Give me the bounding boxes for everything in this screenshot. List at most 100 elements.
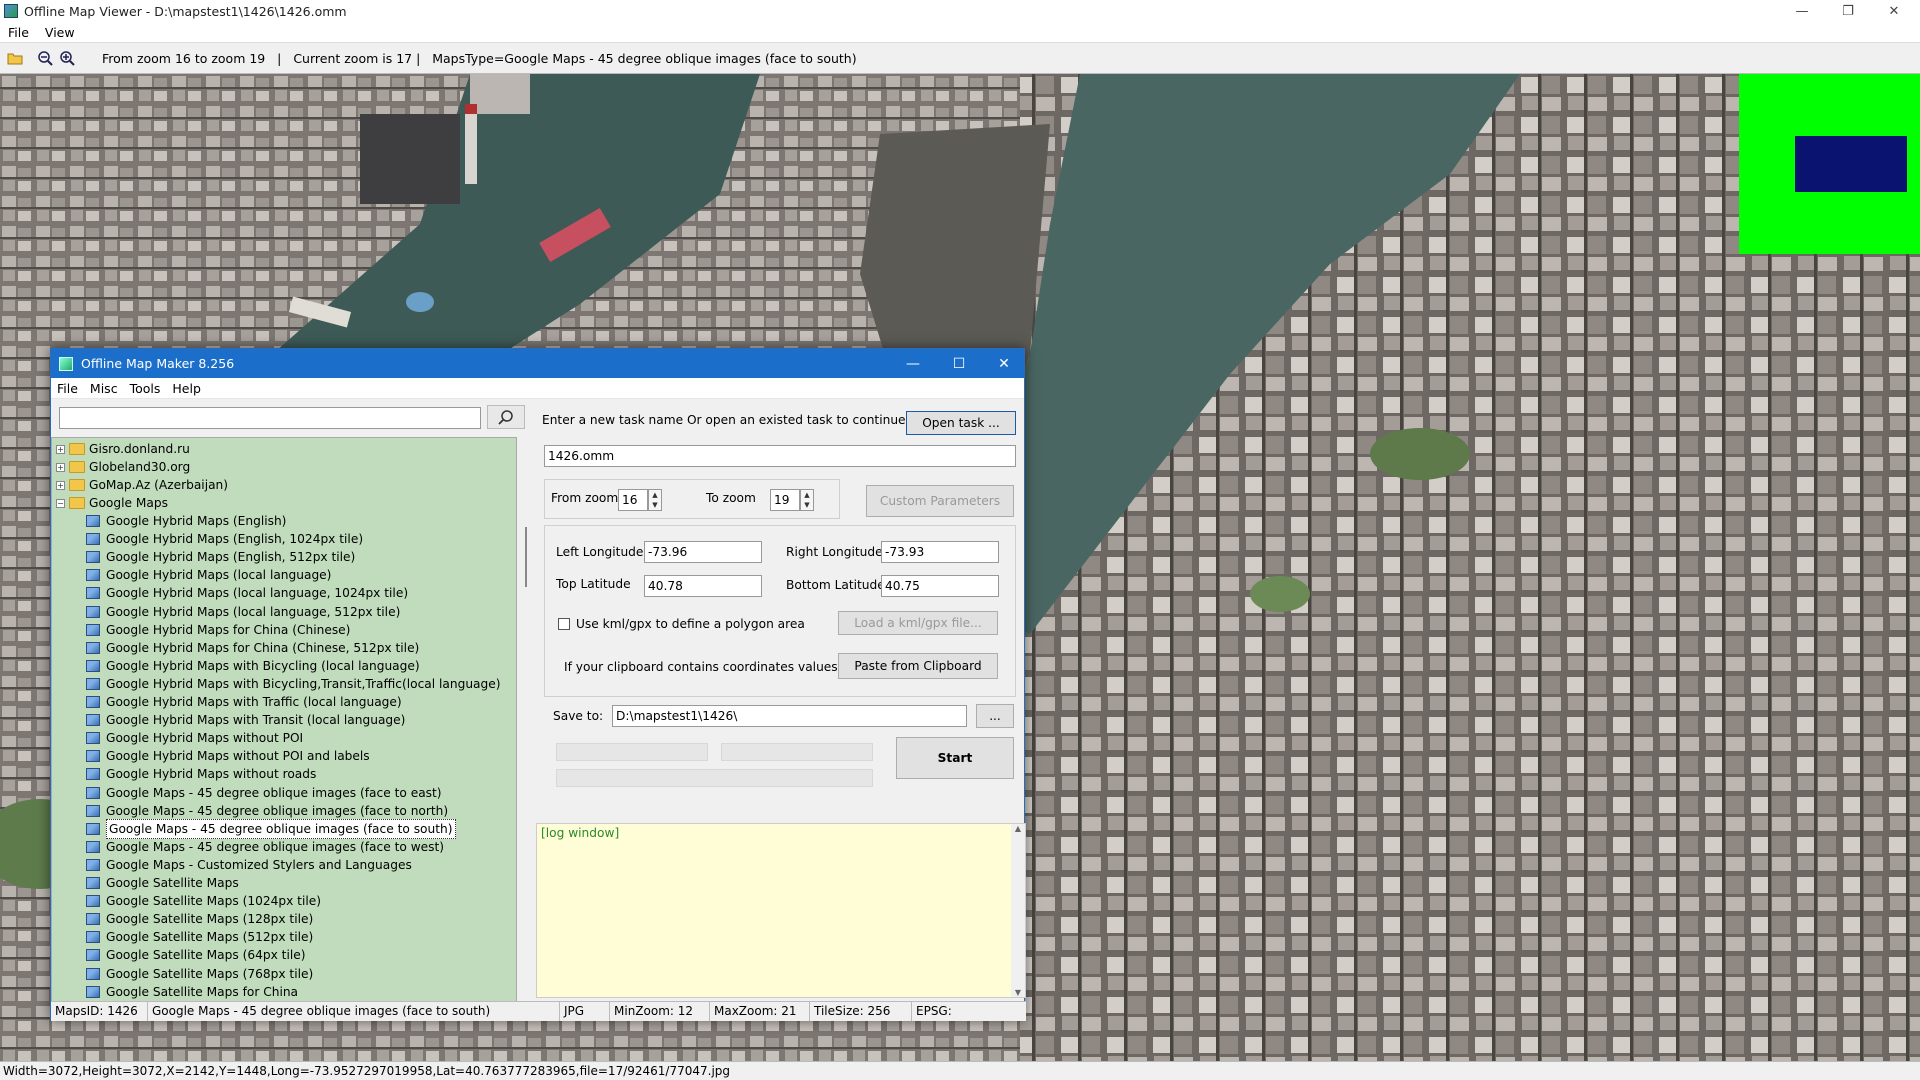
window-title: Offline Map Viewer - D:\mapstest1\1426\1… [24,3,347,19]
tree-map-item[interactable]: Google Hybrid Maps for China (Chinese) [86,621,350,639]
start-button[interactable]: Start [896,737,1014,779]
tree-item-label: Google Hybrid Maps (English, 1024px tile… [106,532,364,547]
tree-item-label: Google Satellite Maps for China [106,984,299,999]
tree-map-item[interactable]: Google Hybrid Maps without roads [86,765,316,783]
tree-map-item[interactable]: Google Hybrid Maps with Traffic (local l… [86,693,402,711]
from-zoom-spinner[interactable]: ▲ ▼ [648,489,662,511]
tree-map-item[interactable]: Google Hybrid Maps for China (Chinese, 5… [86,639,419,657]
save-to-label: Save to: [553,709,604,723]
status-maps-id: MapsID: 1426 [51,1002,148,1021]
custom-parameters-button[interactable]: Custom Parameters [866,485,1014,517]
tree-map-item[interactable]: Google Hybrid Maps (local language) [86,566,331,584]
maps-search-input[interactable] [59,407,481,429]
save-to-field[interactable]: D:\mapstest1\1426\ [612,705,967,727]
tree-item-label: Google Hybrid Maps without roads [106,767,317,782]
tree-map-item[interactable]: Google Hybrid Maps without POI and label… [86,747,370,765]
tree-map-item[interactable]: Google Hybrid Maps with Transit (local l… [86,711,405,729]
tree-map-item[interactable]: Google Maps - Customized Stylers and Lan… [86,856,412,874]
tree-map-item[interactable]: Google Satellite Maps (1024px tile) [86,892,321,910]
maps-panel: + Gisro.donland.ru + Globeland30.org + GoMap.… [51,399,531,1007]
right-longitude-field[interactable]: -73.93 [881,541,999,563]
search-button[interactable] [487,405,525,429]
open-folder-icon[interactable] [4,47,26,69]
tree-item-label: Google Hybrid Maps (local language) [106,568,332,583]
menu-view[interactable]: View [37,25,83,40]
status-min-zoom: MinZoom: 12 [610,1002,710,1021]
maps-tree[interactable]: + Gisro.donland.ru + Globeland30.org + GoMap.… [51,437,517,1007]
map-type-icon [86,605,100,618]
browse-button[interactable]: ... [976,704,1014,728]
dialog-close-button[interactable]: ✕ [982,349,1026,378]
dialog-minimize-button[interactable]: — [891,349,935,378]
tree-folder[interactable]: − Google Maps [56,494,168,512]
overview-minimap[interactable] [1739,74,1920,254]
tree-map-item[interactable]: Google Maps - 45 degree oblique images (… [86,818,456,839]
tree-map-item[interactable]: Google Hybrid Maps (local language, 512p… [86,603,400,621]
tree-scrollbar[interactable] [521,437,531,1007]
expand-icon[interactable]: + [56,444,65,454]
to-zoom-spinner[interactable]: ▲ ▼ [800,489,814,511]
top-latitude-label: Top Latitude [556,577,631,591]
tree-map-item[interactable]: Google Hybrid Maps (local language, 1024… [86,584,408,602]
task-name-field[interactable]: 1426.omm [544,445,1016,467]
tree-map-item[interactable]: Google Satellite Maps (768px tile) [86,965,313,983]
map-type-icon [86,659,100,672]
offline-map-maker-dialog: Offline Map Maker 8.256 — ☐ ✕ File Misc … [50,348,1026,1021]
tree-map-item[interactable]: Google Hybrid Maps (English, 512px tile) [86,548,355,566]
tree-map-item[interactable]: Google Hybrid Maps (English) [86,512,286,530]
map-type-icon [86,804,100,817]
tree-map-item[interactable]: Google Satellite Maps (64px tile) [86,946,305,964]
dialog-menu-tools[interactable]: Tools [124,381,167,396]
tree-item-label: Google Satellite Maps (1024px tile) [106,894,321,909]
progress-bar-2 [721,743,873,761]
map-type-icon [86,840,100,853]
tree-map-item[interactable]: Google Satellite Maps for China [86,983,298,1001]
tree-folder[interactable]: + Gisro.donland.ru [56,440,190,458]
open-task-button[interactable]: Open task ... [906,411,1016,435]
menu-file[interactable]: File [0,25,37,40]
zoom-info-text: From zoom 16 to zoom 19 | Current zoom i… [102,50,857,66]
dialog-menu-file[interactable]: File [51,381,84,396]
tree-map-item[interactable]: Google Hybrid Maps (English, 1024px tile… [86,530,363,548]
log-window[interactable]: [log window] ▲ ▼ [536,823,1026,998]
tree-folder[interactable]: + Globeland30.org [56,458,190,476]
dialog-maximize-button[interactable]: ☐ [937,349,981,378]
load-kml-button[interactable]: Load a kml/gpx file... [838,611,998,635]
close-button[interactable]: ✕ [1872,0,1916,22]
from-zoom-field[interactable]: 16 [618,489,648,511]
overview-viewport-rect[interactable] [1795,136,1907,192]
tree-map-item[interactable]: Google Satellite Maps [86,874,239,892]
tree-map-item[interactable]: Google Hybrid Maps with Bicycling (local… [86,657,420,675]
tree-map-item[interactable]: Google Satellite Maps (512px tile) [86,928,313,946]
dialog-menu-help[interactable]: Help [166,381,207,396]
to-zoom-field[interactable]: 19 [770,489,800,511]
minimize-button[interactable]: — [1780,0,1824,22]
map-type-icon [86,985,100,998]
zoom-in-icon[interactable] [56,47,78,69]
paste-from-clipboard-button[interactable]: Paste from Clipboard [838,653,998,679]
tree-map-item[interactable]: Google Maps - 45 degree oblique images (… [86,784,442,802]
top-latitude-field[interactable]: 40.78 [644,575,762,597]
tree-item-label: Google Hybrid Maps without POI and label… [106,749,370,764]
progress-bar-1 [556,743,708,761]
tree-item-label: Google Hybrid Maps with Bicycling,Transi… [106,676,501,691]
tree-folder[interactable]: + GoMap.Az (Azerbaijan) [56,476,228,494]
tree-map-item[interactable]: Google Hybrid Maps with Bicycling,Transi… [86,675,501,693]
left-longitude-field[interactable]: -73.96 [644,541,762,563]
tree-map-item[interactable]: Google Hybrid Maps without POI [86,729,303,747]
tree-item-label: Google Satellite Maps (512px tile) [106,930,314,945]
task-prompt-label: Enter a new task name Or open an existed… [542,413,910,427]
tree-map-item[interactable]: Google Maps - 45 degree oblique images (… [86,802,448,820]
tree-map-item[interactable]: Google Satellite Maps (128px tile) [86,910,313,928]
dialog-menu-misc[interactable]: Misc [84,381,124,396]
restore-button[interactable]: ❐ [1826,0,1870,22]
map-type-icon [86,858,100,871]
expand-icon[interactable]: + [56,480,65,490]
zoom-out-icon[interactable] [34,47,56,69]
tree-map-item[interactable]: Google Maps - 45 degree oblique images (… [86,838,444,856]
use-kml-checkbox[interactable] [558,618,570,630]
bottom-latitude-field[interactable]: 40.75 [881,575,999,597]
expand-icon[interactable]: + [56,462,65,472]
collapse-icon[interactable]: − [56,498,65,508]
log-scrollbar[interactable]: ▲ ▼ [1011,824,1025,997]
